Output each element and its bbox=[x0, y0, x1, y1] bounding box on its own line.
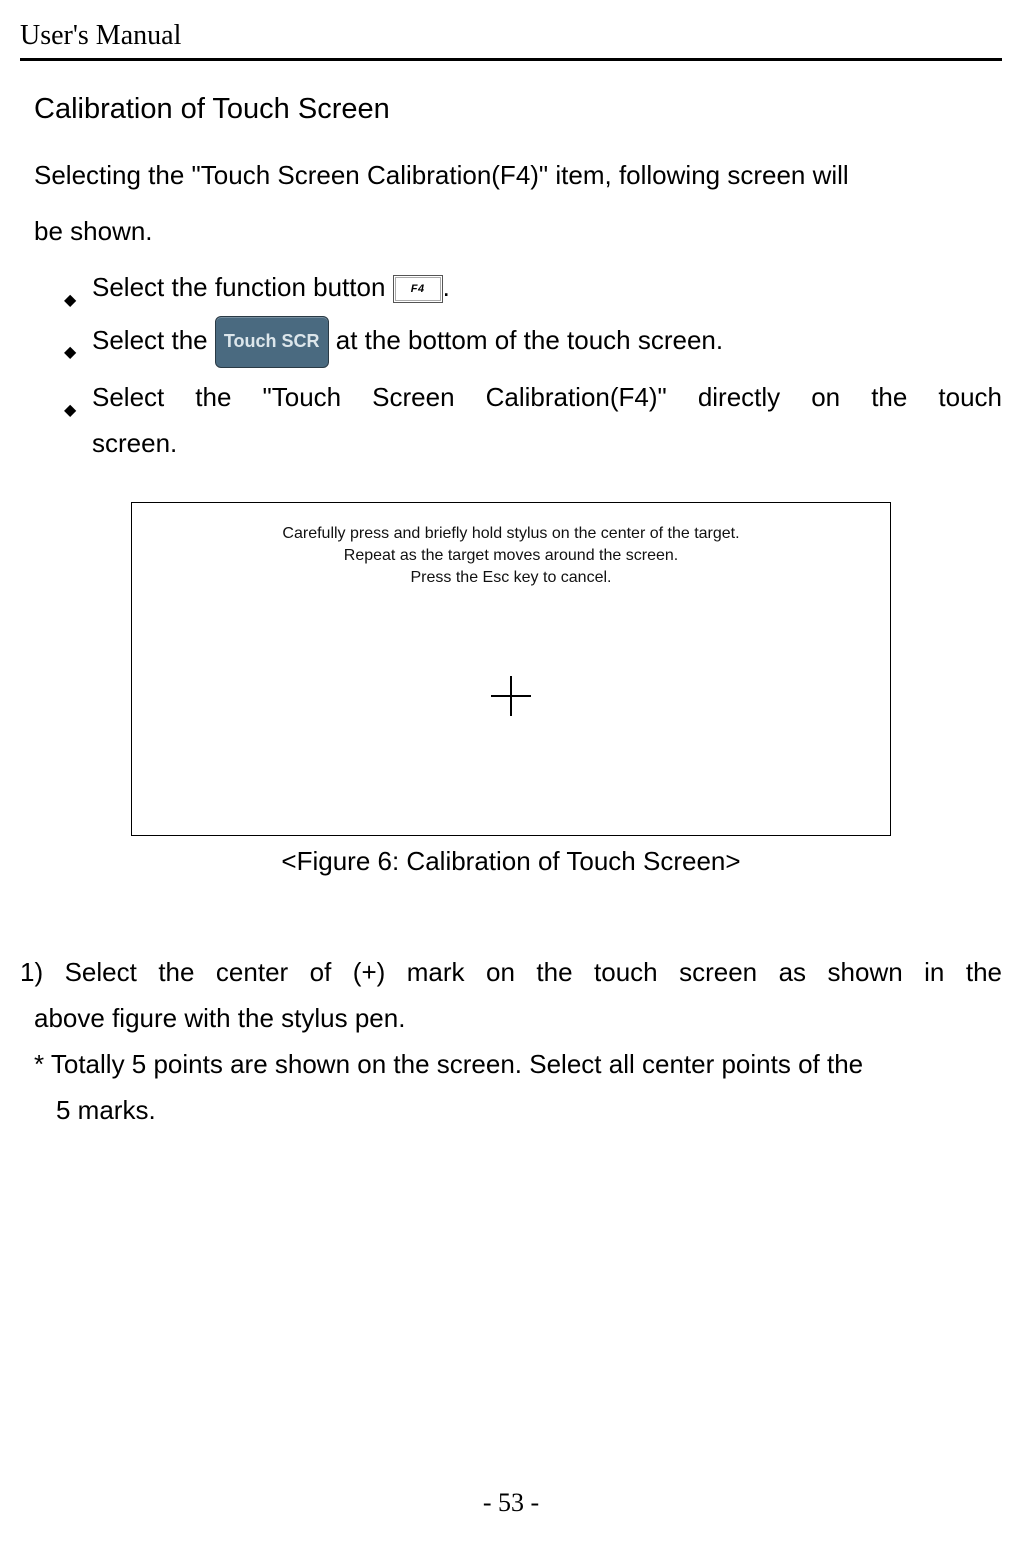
calibration-screenshot: Carefully press and briefly hold stylus … bbox=[131, 502, 891, 836]
page-header: User's Manual bbox=[20, 20, 1002, 58]
steps: 1) Select the center of (+) mark on the … bbox=[20, 949, 1002, 1133]
intro-line-1: Selecting the "Touch Screen Calibration(… bbox=[20, 152, 1002, 198]
note-line2: 5 marks. bbox=[20, 1087, 1002, 1133]
f4-button[interactable]: F4 bbox=[393, 275, 443, 303]
bullet-3: ◆ Select the "Touch Screen Calibration(F… bbox=[64, 374, 1002, 466]
bullet-icon: ◆ bbox=[64, 330, 76, 376]
figure-text-3: Press the Esc key to cancel. bbox=[132, 567, 890, 589]
touch-scr-button[interactable]: Touch SCR bbox=[215, 316, 329, 368]
bullet-list: ◆ Select the function button F4 . ◆ Sele… bbox=[20, 264, 1002, 466]
bullet-1-post: . bbox=[443, 272, 450, 302]
step-1-line1: 1) Select the center of (+) mark on the … bbox=[20, 949, 1002, 995]
bullet-2-pre: Select the bbox=[92, 325, 215, 355]
step-1-line2: above figure with the stylus pen. bbox=[20, 995, 1002, 1041]
section-title: Calibration of Touch Screen bbox=[20, 93, 1002, 126]
bullet-1-pre: Select the function button bbox=[92, 272, 393, 302]
figure-text-1: Carefully press and briefly hold stylus … bbox=[132, 523, 890, 545]
note-line1: * Totally 5 points are shown on the scre… bbox=[20, 1041, 1002, 1087]
manual-page: User's Manual Calibration of Touch Scree… bbox=[0, 0, 1022, 1546]
bullet-icon: ◆ bbox=[64, 388, 76, 434]
bullet-3-line2: screen. bbox=[92, 420, 1002, 466]
figure-text-2: Repeat as the target moves around the sc… bbox=[132, 545, 890, 567]
bullet-3-line1: Select the "Touch Screen Calibration(F4)… bbox=[92, 382, 1002, 412]
figure-wrap: Carefully press and briefly hold stylus … bbox=[20, 502, 1002, 877]
section-body: Selecting the "Touch Screen Calibration(… bbox=[20, 152, 1002, 466]
intro-line-2: be shown. bbox=[20, 208, 1002, 254]
header-divider bbox=[20, 58, 1002, 61]
page-number: - 53 - bbox=[0, 1488, 1022, 1518]
bullet-1: ◆ Select the function button F4 . bbox=[64, 264, 1002, 310]
bullet-2: ◆ Select the Touch SCR at the bottom of … bbox=[64, 316, 1002, 368]
f4-button-label: F4 bbox=[395, 277, 441, 301]
figure-caption: <Figure 6: Calibration of Touch Screen> bbox=[281, 846, 740, 877]
bullet-2-post: at the bottom of the touch screen. bbox=[336, 325, 723, 355]
